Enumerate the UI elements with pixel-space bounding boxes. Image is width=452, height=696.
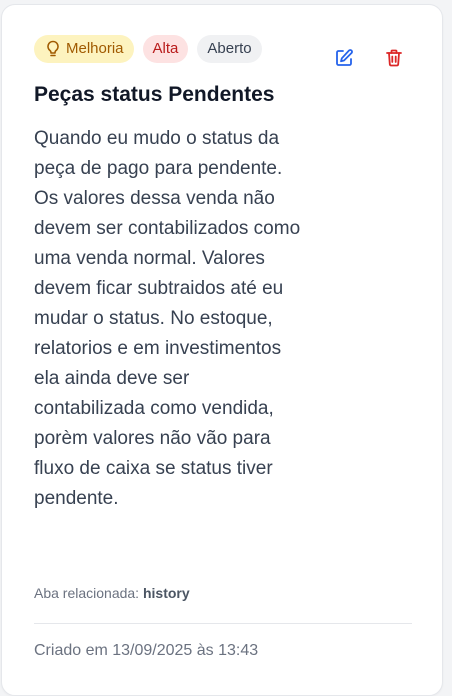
related-tab-label: Aba relacionada: bbox=[34, 585, 140, 601]
divider bbox=[34, 623, 412, 624]
tag-group: Melhoria Alta Aberto bbox=[34, 35, 262, 63]
card-actions bbox=[333, 47, 405, 69]
type-badge: Melhoria bbox=[34, 35, 134, 63]
status-badge: Aberto bbox=[197, 35, 262, 63]
trash-icon bbox=[386, 49, 402, 67]
related-tab-value: history bbox=[142, 585, 190, 601]
edit-button[interactable] bbox=[333, 47, 355, 69]
related-tab: Aba relacionada: history bbox=[34, 585, 190, 601]
card-title: Peças status Pendentes bbox=[34, 83, 275, 106]
created-timestamp: Criado em 13/09/2025 às 13:43 bbox=[34, 642, 259, 659]
delete-button[interactable] bbox=[383, 47, 405, 69]
edit-icon bbox=[336, 49, 353, 66]
feedback-card: Melhoria Alta Aberto Peças status Penden… bbox=[1, 4, 443, 696]
lightbulb-icon bbox=[46, 40, 60, 58]
card-description: Quando eu mudo o status da peça de pago … bbox=[34, 128, 301, 509]
type-badge-label: Melhoria bbox=[66, 40, 124, 57]
priority-badge: Alta bbox=[142, 35, 189, 63]
